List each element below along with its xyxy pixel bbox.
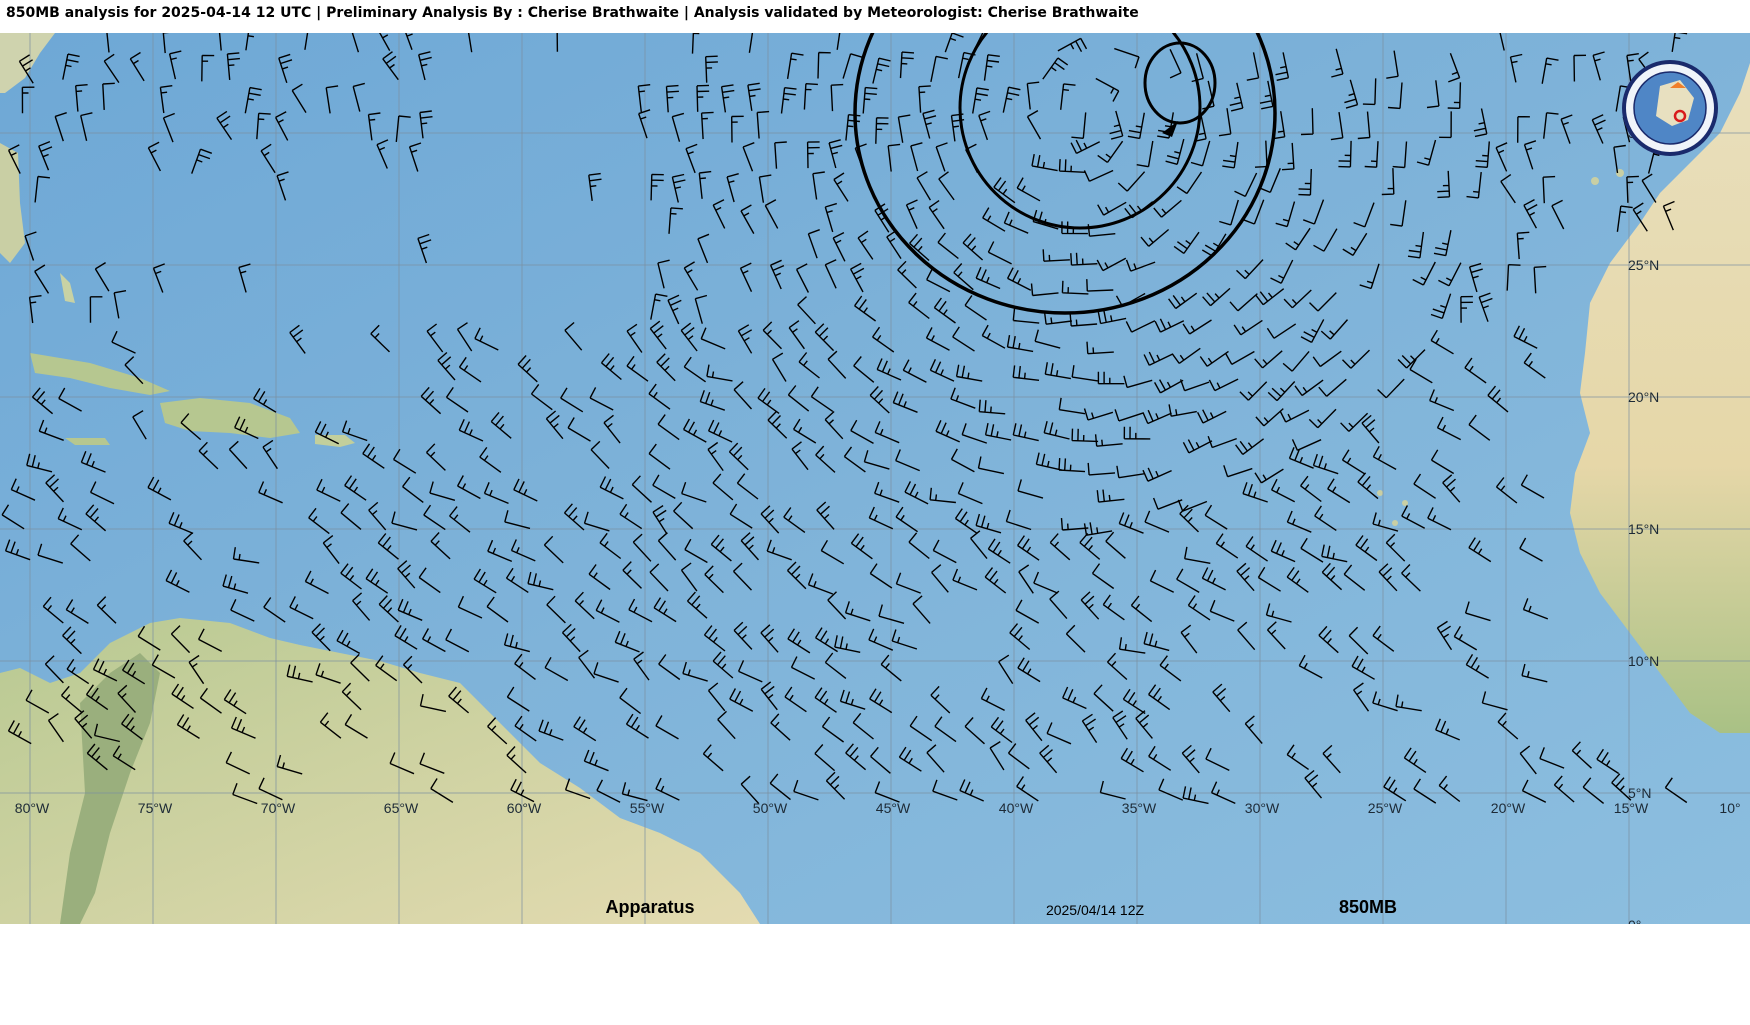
map-canvas[interactable]: 80°W 75°W 70°W 65°W 60°W 55°W 50°W 45°W 40°W 35°W… [0,33,1750,924]
longitude-label: 50°W [753,800,788,816]
footer-level: 850MB [1339,897,1397,917]
longitude-label: 65°W [384,800,419,816]
longitude-label: 80°W [15,800,50,816]
weather-map[interactable]: 80°W 75°W 70°W 65°W 60°W 55°W 50°W 45°W 40°W 35°W… [0,33,1750,924]
blank-margin [0,924,1750,1025]
longitude-label: 75°W [138,800,173,816]
longitude-label: 60°W [507,800,542,816]
longitude-label: 45°W [876,800,911,816]
barbados-met-logo [1622,60,1718,156]
longitude-label: 15°W [1614,800,1649,816]
latitude-label: 25°N [1628,257,1659,273]
footer-apparatus: Apparatus [605,897,694,917]
cape-verde-island [1402,500,1408,506]
latitude-label: 15°N [1628,521,1659,537]
longitude-label: 35°W [1122,800,1157,816]
longitude-label: 25°W [1368,800,1403,816]
page-title: 850MB analysis for 2025-04-14 12 UTC | P… [6,5,1139,21]
latitude-label: 0° [1628,917,1641,924]
longitude-label: 30°W [1245,800,1280,816]
title-bar: 850MB analysis for 2025-04-14 12 UTC | P… [0,0,1750,30]
longitude-label: 40°W [999,800,1034,816]
longitude-label: 55°W [630,800,665,816]
footer-datetime: 2025/04/14 12Z [1046,902,1145,918]
cape-verde-island [1392,520,1398,526]
longitude-label: 20°W [1491,800,1526,816]
canary-island [1591,177,1599,185]
latitude-label: 5°N [1628,785,1652,801]
longitude-label: 10° [1719,800,1740,816]
latitude-label: 20°N [1628,389,1659,405]
latitude-label: 10°N [1628,653,1659,669]
cape-verde-island [1377,490,1383,496]
longitude-label: 70°W [261,800,296,816]
